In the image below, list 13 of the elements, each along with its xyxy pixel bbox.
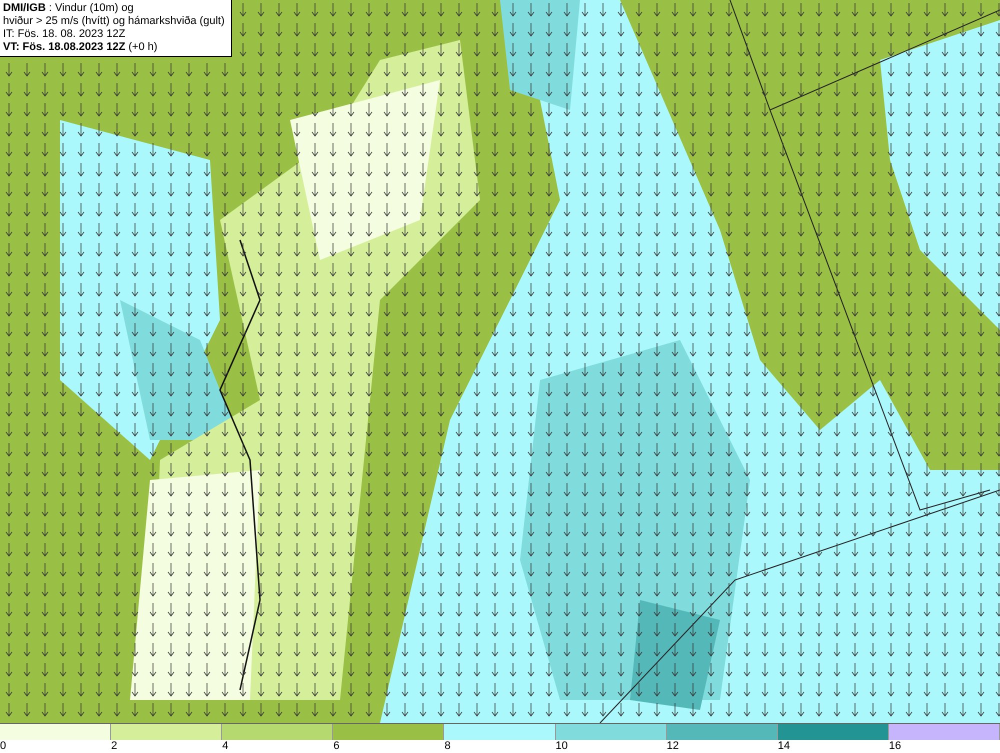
legend-label: 10 xyxy=(556,740,568,752)
legend-label: 8 xyxy=(444,740,451,752)
legend-label: 12 xyxy=(666,740,679,752)
title-text: VT: Fös. 18.08.2023 12Z (+0 h) xyxy=(3,41,158,54)
legend-label: 6 xyxy=(333,740,340,752)
legend-label: 2 xyxy=(111,740,118,752)
title-text: IT: Fös. 18. 08. 2023 12Z xyxy=(3,28,126,41)
legend-label: 16 xyxy=(888,740,902,752)
title-text: hviður > 25 m/s (hvítt) og hámarkshviða (gult) xyxy=(3,15,226,28)
legend-label: 0 xyxy=(0,740,6,752)
legend-label: 4 xyxy=(222,740,228,752)
title-text: DMI/IGB : Vindur (10m) og xyxy=(3,2,135,15)
legend-label: 14 xyxy=(778,740,790,752)
